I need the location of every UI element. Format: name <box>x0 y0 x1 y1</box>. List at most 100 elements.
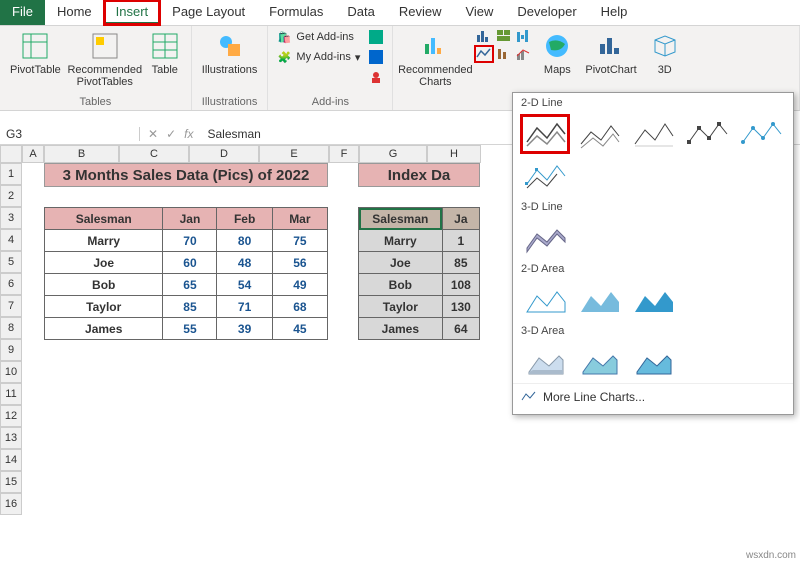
row-15[interactable]: 15 <box>0 471 22 493</box>
visio-icon <box>368 49 384 65</box>
ribbon-group-tables: PivotTable Recommended PivotTables Table… <box>0 26 192 110</box>
bing-maps-button[interactable] <box>366 28 386 46</box>
col-B[interactable]: B <box>44 145 119 163</box>
line-chart-option-1[interactable] <box>521 115 569 153</box>
cancel-icon[interactable]: ✕ <box>148 127 158 141</box>
table-row: Bob655449 <box>45 274 328 296</box>
line-marker-option-2[interactable] <box>737 115 785 153</box>
tab-developer[interactable]: Developer <box>505 0 588 25</box>
more-line-charts[interactable]: More Line Charts... <box>513 383 793 410</box>
line-chart-option-2[interactable] <box>575 115 623 153</box>
area-option-3[interactable] <box>629 281 677 319</box>
tab-page-layout[interactable]: Page Layout <box>160 0 257 25</box>
table-row: Bob108 <box>359 274 480 296</box>
pivottable-button[interactable]: PivotTable <box>6 28 65 78</box>
rec-pivottables-button[interactable]: Recommended PivotTables <box>69 28 141 90</box>
rec-charts-icon <box>419 30 451 62</box>
sales-table: SalesmanJanFebMarMarry708075Joe604856Bob… <box>44 207 328 340</box>
row-12[interactable]: 12 <box>0 405 22 427</box>
row-headers: 12345678910111213141516 <box>0 163 22 523</box>
tab-help[interactable]: Help <box>589 0 640 25</box>
row-5[interactable]: 5 <box>0 251 22 273</box>
row-13[interactable]: 13 <box>0 427 22 449</box>
tab-file[interactable]: File <box>0 0 45 25</box>
area-option-1[interactable] <box>521 281 569 319</box>
table-button[interactable]: Table <box>145 28 185 78</box>
table-row: James553945 <box>45 318 328 340</box>
table-row: Taylor857168 <box>45 296 328 318</box>
tab-home[interactable]: Home <box>45 0 104 25</box>
line-chart-option-3[interactable] <box>629 115 677 153</box>
store-icon: 🛍️ <box>276 29 292 45</box>
line-marker-option-3[interactable] <box>521 157 569 195</box>
row-7[interactable]: 7 <box>0 295 22 317</box>
rec-charts-button[interactable]: Recommended Charts <box>399 28 471 90</box>
3d-area-option-1[interactable] <box>521 343 569 381</box>
combo-chart-button[interactable] <box>515 46 533 62</box>
col-E[interactable]: E <box>259 145 329 163</box>
select-all-button[interactable] <box>0 145 22 163</box>
maps-icon <box>541 30 573 62</box>
rec-pivottables-label: Recommended PivotTables <box>67 64 142 88</box>
row-1[interactable]: 1 <box>0 163 22 185</box>
3d-area-option-3[interactable] <box>629 343 677 381</box>
line-chart-button[interactable] <box>475 46 493 62</box>
pivotchart-label: PivotChart <box>585 64 636 76</box>
row-9[interactable]: 9 <box>0 339 22 361</box>
row-3[interactable]: 3 <box>0 207 22 229</box>
col-C[interactable]: C <box>119 145 189 163</box>
ribbon-group-addins: 🛍️Get Add-ins 🧩My Add-ins▾ Add-ins <box>268 26 393 110</box>
row-16[interactable]: 16 <box>0 493 22 515</box>
table-header: Jan <box>163 208 217 230</box>
section-2d-area: 2-D Area <box>513 259 793 279</box>
waterfall-chart-button[interactable] <box>515 28 533 44</box>
bing-icon <box>368 29 384 45</box>
row-2[interactable]: 2 <box>0 185 22 207</box>
name-box[interactable]: G3 <box>0 127 140 141</box>
more-charts-icon <box>521 390 537 404</box>
statistic-chart-button[interactable] <box>495 46 513 62</box>
maps-label: Maps <box>544 64 571 76</box>
table-row: Joe604856 <box>45 252 328 274</box>
row-10[interactable]: 10 <box>0 361 22 383</box>
tab-review[interactable]: Review <box>387 0 454 25</box>
tab-insert[interactable]: Insert <box>104 0 161 25</box>
tab-view[interactable]: View <box>453 0 505 25</box>
enter-icon[interactable]: ✓ <box>166 127 176 141</box>
row-14[interactable]: 14 <box>0 449 22 471</box>
illustrations-label: Illustrations <box>202 64 258 76</box>
section-3d-line: 3-D Line <box>513 197 793 217</box>
3d-line-option[interactable] <box>521 219 569 257</box>
col-H[interactable]: H <box>427 145 481 163</box>
chevron-down-icon: ▾ <box>355 51 361 64</box>
col-G[interactable]: G <box>359 145 427 163</box>
column-chart-button[interactable] <box>475 28 493 44</box>
tab-data[interactable]: Data <box>335 0 386 25</box>
my-addins-button[interactable]: 🧩My Add-ins▾ <box>274 48 362 66</box>
get-addins-button[interactable]: 🛍️Get Add-ins <box>274 28 362 46</box>
fx-icon[interactable]: fx <box>184 127 193 141</box>
row-11[interactable]: 11 <box>0 383 22 405</box>
row-4[interactable]: 4 <box>0 229 22 251</box>
table-row: James64 <box>359 318 480 340</box>
chart-mini-grid <box>475 28 533 62</box>
tab-formulas[interactable]: Formulas <box>257 0 335 25</box>
row-6[interactable]: 6 <box>0 273 22 295</box>
group-label-addins: Add-ins <box>274 94 386 110</box>
people-graph-button[interactable] <box>366 68 386 86</box>
col-D[interactable]: D <box>189 145 259 163</box>
pivotchart-button[interactable]: PivotChart <box>581 28 640 78</box>
area-option-2[interactable] <box>575 281 623 319</box>
col-F[interactable]: F <box>329 145 359 163</box>
hierarchy-chart-button[interactable] <box>495 28 513 44</box>
row-8[interactable]: 8 <box>0 317 22 339</box>
line-marker-option-1[interactable] <box>683 115 731 153</box>
table-header: Ja <box>442 208 479 230</box>
col-A[interactable]: A <box>22 145 44 163</box>
3d-map-button[interactable]: 3D <box>645 28 685 78</box>
illustrations-button[interactable]: Illustrations <box>198 28 262 78</box>
table-label: Table <box>152 64 178 76</box>
visio-button[interactable] <box>366 48 386 66</box>
maps-button[interactable]: Maps <box>537 28 577 78</box>
3d-area-option-2[interactable] <box>575 343 623 381</box>
